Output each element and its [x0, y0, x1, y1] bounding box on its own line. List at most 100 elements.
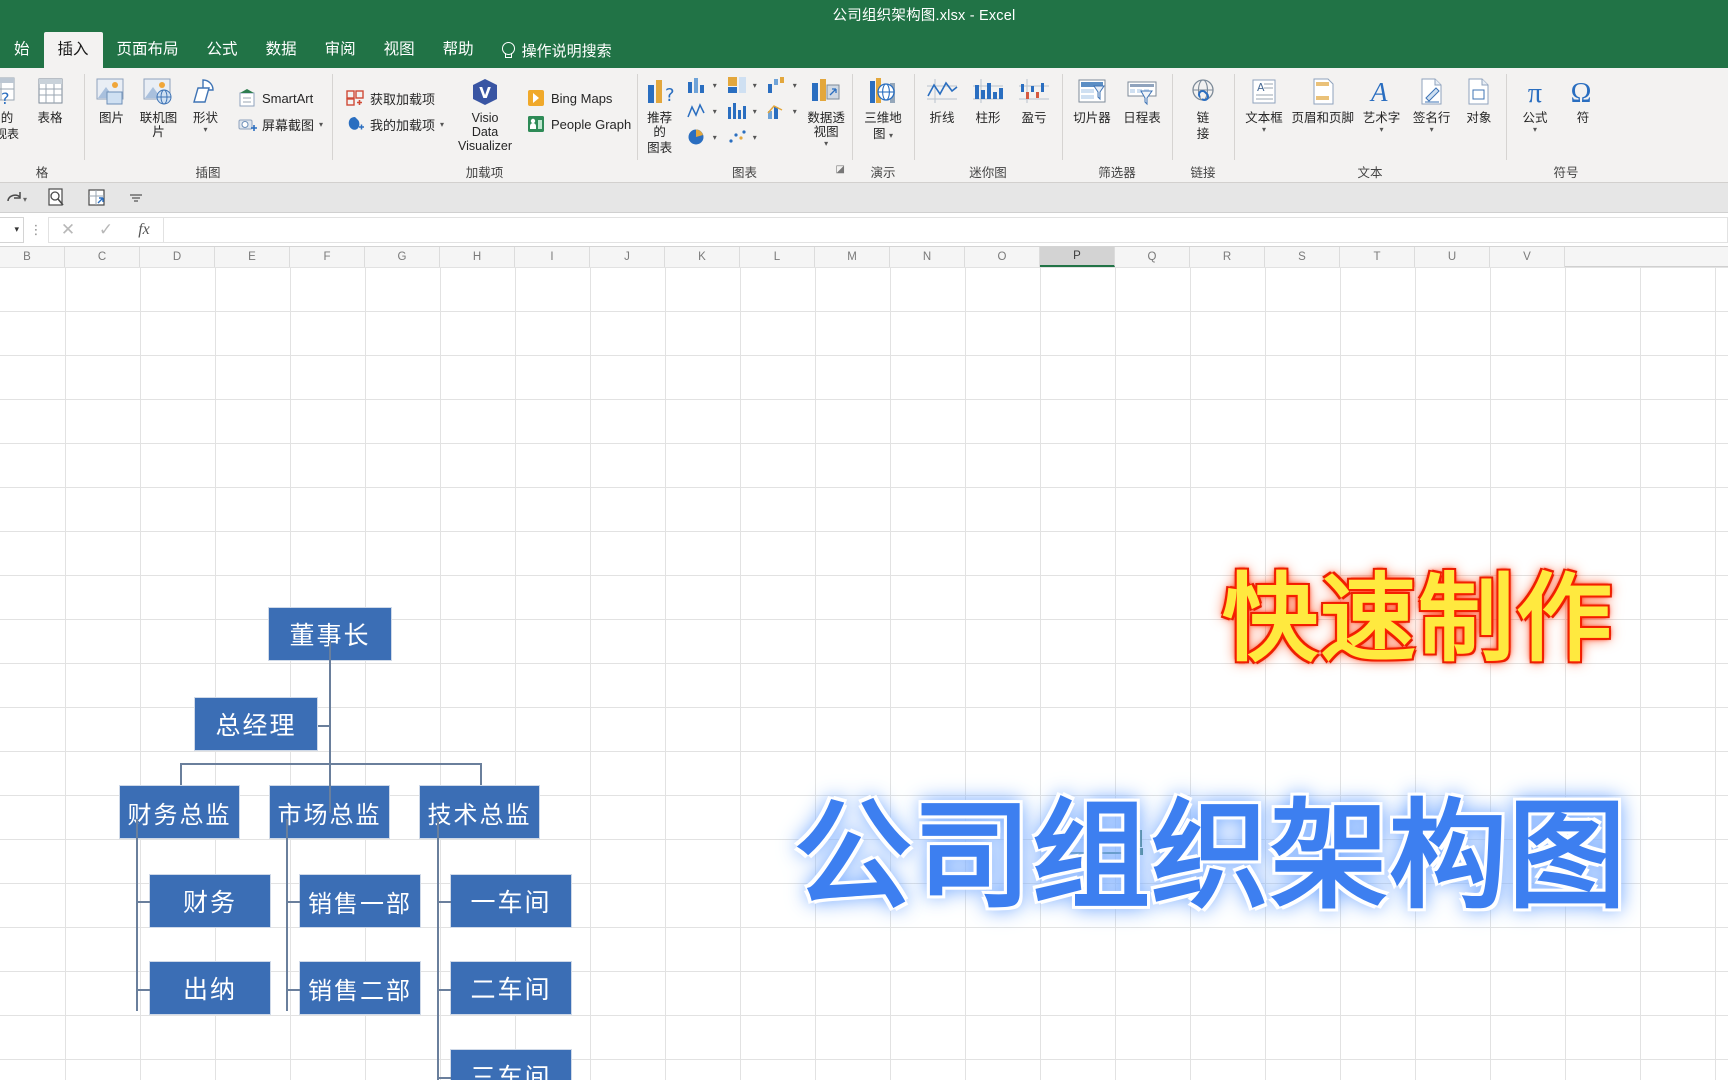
column-header-U[interactable]: U [1415, 247, 1490, 267]
pivot-chart-caret-icon[interactable]: ▾ [824, 139, 828, 148]
charts-dialog-launcher-icon[interactable]: ◪ [836, 161, 845, 179]
tab-formulas[interactable]: 公式 [193, 32, 252, 68]
visio-data-visualizer-button[interactable]: V Visio Data Visualizer [456, 72, 514, 153]
org-node-shop1[interactable]: 一车间 [450, 874, 572, 928]
column-header-T[interactable]: T [1340, 247, 1415, 267]
column-header-I[interactable]: I [515, 247, 590, 267]
tab-home[interactable]: 始 [0, 32, 44, 68]
column-header-N[interactable]: N [890, 247, 965, 267]
word-art-button[interactable]: A 艺术字 ▾ [1356, 72, 1406, 134]
sparkline-winloss-button[interactable]: 盈亏 [1011, 72, 1057, 125]
my-addins-caret-icon[interactable]: ▾ [440, 120, 444, 129]
column-header-J[interactable]: J [590, 247, 665, 267]
column-header-L[interactable]: L [740, 247, 815, 267]
stock-chart-caret-icon[interactable]: ▾ [713, 107, 717, 116]
tab-page-layout[interactable]: 页面布局 [103, 32, 193, 68]
column-header-B[interactable]: B [0, 247, 65, 267]
column-header-O[interactable]: O [965, 247, 1040, 267]
header-footer-button[interactable]: 页眉和页脚 [1289, 72, 1356, 125]
sparkline-line-button[interactable]: 折线 [919, 72, 965, 125]
column-header-Q[interactable]: Q [1115, 247, 1190, 267]
formula-input[interactable] [164, 216, 1728, 243]
pivot-table-button[interactable]: ? 的 视表 [0, 72, 25, 141]
equation-caret-icon[interactable]: ▾ [1533, 125, 1537, 134]
print-preview-button[interactable] [44, 186, 70, 210]
column-header-K[interactable]: K [665, 247, 740, 267]
pie-chart-button[interactable]: ▾ [681, 127, 721, 147]
stock-chart-button[interactable]: ▾ [681, 101, 721, 121]
hierarchy-chart-caret-icon[interactable]: ▾ [753, 81, 757, 90]
shapes-caret-icon[interactable]: ▾ [203, 125, 207, 134]
column-header-G[interactable]: G [365, 247, 440, 267]
bar-chart-button[interactable]: ▾ [721, 101, 761, 121]
column-header-D[interactable]: D [140, 247, 215, 267]
people-graph-button[interactable]: People Graph [522, 111, 635, 137]
hyperlink-button[interactable]: 链 接 [1177, 72, 1229, 141]
waterfall-chart-button[interactable]: ▾ [761, 75, 801, 95]
scatter-chart-button[interactable]: ▾ [721, 127, 761, 147]
tab-insert[interactable]: 插入 [43, 32, 103, 68]
column-header-F[interactable]: F [290, 247, 365, 267]
column-header-V[interactable]: V [1490, 247, 1565, 267]
column-header-M[interactable]: M [815, 247, 890, 267]
column-header-R[interactable]: R [1190, 247, 1265, 267]
org-node-shop3[interactable]: 三车间 [450, 1049, 572, 1080]
sparkline-column-button[interactable]: 柱形 [965, 72, 1011, 125]
hierarchy-chart-button[interactable]: ▾ [721, 75, 761, 95]
tab-help[interactable]: 帮助 [429, 32, 488, 68]
selected-cell[interactable] [1064, 830, 1144, 856]
get-addins-button[interactable]: 获取加载项 [341, 85, 448, 111]
name-box[interactable]: ▾ [0, 216, 24, 243]
bing-maps-button[interactable]: Bing Maps [522, 85, 635, 111]
grid-canvas[interactable] [0, 267, 1728, 1080]
fx-icon[interactable]: fx [125, 218, 163, 242]
waterfall-chart-caret-icon[interactable]: ▾ [793, 81, 797, 90]
online-pictures-button[interactable]: 联机图片 [136, 72, 181, 139]
tab-view[interactable]: 视图 [370, 32, 429, 68]
org-node-cash[interactable]: 出纳 [149, 961, 271, 1015]
pivot-chart-button[interactable]: 数据透视图 ▾ [805, 72, 847, 148]
column-chart-caret-icon[interactable]: ▾ [713, 81, 717, 90]
symbol-button[interactable]: Ω 符 [1559, 72, 1607, 125]
column-header-S[interactable]: S [1265, 247, 1340, 267]
screenshot-button[interactable]: 屏幕截图 ▾ [234, 111, 327, 137]
timeline-button[interactable]: 日程表 [1117, 72, 1167, 125]
bar-chart-caret-icon[interactable]: ▾ [753, 107, 757, 116]
text-box-button[interactable]: A 文本框 ▾ [1239, 72, 1289, 134]
org-node-gm[interactable]: 总经理 [194, 697, 318, 751]
column-chart-button[interactable]: ▾ [681, 75, 721, 95]
table-button[interactable]: 表格 [27, 72, 73, 125]
my-addins-button[interactable]: 我的加载项 ▾ [341, 111, 448, 137]
insert-cells-button[interactable] [84, 186, 110, 210]
tell-me-search[interactable]: 操作说明搜索 [500, 32, 612, 68]
tab-review[interactable]: 审阅 [311, 32, 370, 68]
redo-button[interactable]: ▾ [4, 186, 30, 210]
object-button[interactable]: 对象 [1457, 72, 1501, 125]
tab-data[interactable]: 数据 [252, 32, 311, 68]
3d-map-caret-icon[interactable]: ▾ [889, 131, 893, 140]
signature-line-button[interactable]: 签名行 ▾ [1407, 72, 1457, 134]
org-node-sales2[interactable]: 销售二部 [299, 961, 421, 1015]
pictures-button[interactable]: 图片 [89, 72, 134, 125]
scatter-chart-caret-icon[interactable]: ▾ [753, 133, 757, 142]
org-node-fin[interactable]: 财务 [149, 874, 271, 928]
column-header-C[interactable]: C [65, 247, 140, 267]
equation-button[interactable]: π 公式 ▾ [1511, 72, 1559, 134]
column-header-P[interactable]: P [1040, 247, 1115, 267]
text-box-caret-icon[interactable]: ▾ [1262, 125, 1266, 134]
customize-qat-button[interactable] [124, 186, 150, 210]
org-node-sales1[interactable]: 销售一部 [299, 874, 421, 928]
3d-map-button[interactable]: 三维地 图 ▾ [857, 72, 909, 143]
signature-line-caret-icon[interactable]: ▾ [1430, 125, 1434, 134]
combo-chart-button[interactable]: ▾ [761, 101, 801, 121]
org-node-shop2[interactable]: 二车间 [450, 961, 572, 1015]
cancel-icon[interactable]: ✕ [49, 218, 87, 242]
screenshot-caret-icon[interactable]: ▾ [319, 120, 323, 129]
word-art-caret-icon[interactable]: ▾ [1380, 125, 1384, 134]
confirm-icon[interactable]: ✓ [87, 218, 125, 242]
column-header-E[interactable]: E [215, 247, 290, 267]
pie-chart-caret-icon[interactable]: ▾ [713, 133, 717, 142]
slicer-button[interactable]: 切片器 [1067, 72, 1117, 125]
smartart-button[interactable]: SmartArt [234, 85, 327, 111]
name-box-caret-icon[interactable]: ▾ [14, 224, 19, 235]
